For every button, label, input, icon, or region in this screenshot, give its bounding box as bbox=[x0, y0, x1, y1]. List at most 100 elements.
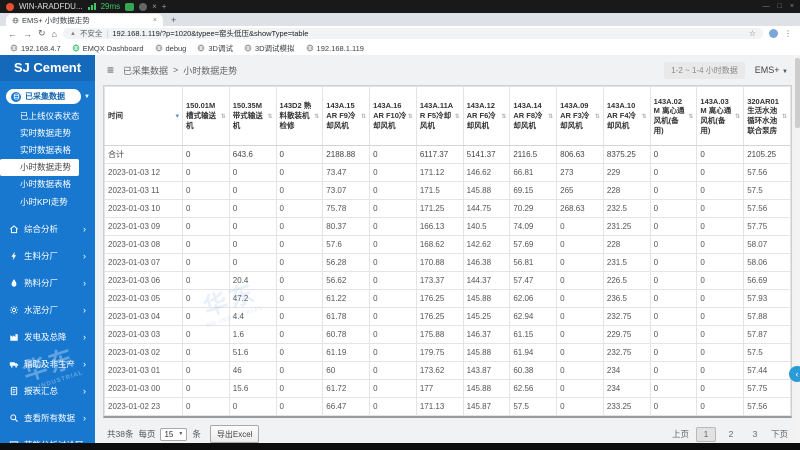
close-session-icon[interactable]: × bbox=[152, 2, 157, 11]
sidebar-item-gear[interactable]: 水泥分厂 › bbox=[0, 296, 95, 323]
close-window-icon[interactable]: × bbox=[790, 3, 794, 10]
new-session-icon[interactable]: + bbox=[162, 2, 167, 11]
next-page-button[interactable]: 下页 bbox=[771, 428, 788, 440]
sort-icon[interactable]: ⇅ bbox=[642, 113, 647, 120]
sidebar-item-search[interactable]: 查看所有数据 › bbox=[0, 404, 95, 431]
sidebar-item-truck[interactable]: 辅助及非生产 › bbox=[0, 350, 95, 377]
hamburger-menu-icon[interactable]: ≡ bbox=[107, 63, 114, 77]
sort-icon[interactable]: ⇅ bbox=[408, 113, 413, 120]
search-icon bbox=[9, 413, 19, 423]
column-header[interactable]: 143A.14AR F8冷却风机 ⇅ bbox=[509, 86, 558, 146]
drop-icon bbox=[9, 278, 19, 288]
column-header[interactable]: 143A.12AR F6冷却风机 ⇅ bbox=[462, 86, 511, 146]
column-header[interactable]: 150.35M 带式输送机 ⇅ bbox=[228, 86, 277, 146]
sort-icon[interactable]: ⇅ bbox=[455, 113, 460, 120]
column-header[interactable]: 143A.11AR F5冷却风机 ⇅ bbox=[415, 86, 464, 146]
table-cell: 0 bbox=[649, 217, 698, 236]
sort-icon[interactable]: ⇅ bbox=[688, 113, 693, 120]
per-page-select[interactable]: 15 ▼ bbox=[160, 427, 188, 441]
sort-icon[interactable]: ⇅ bbox=[735, 113, 740, 120]
browser-menu-icon[interactable]: ⋮ bbox=[784, 29, 792, 38]
sidebar-subitem-4[interactable]: 小时数据表格 bbox=[0, 176, 95, 193]
scrollbar-thumb[interactable] bbox=[795, 58, 800, 128]
maximize-icon[interactable]: □ bbox=[778, 3, 782, 10]
sidebar-item-drop[interactable]: 熟料分厂 › bbox=[0, 269, 95, 296]
sidebar-item-home[interactable]: 综合分析 › bbox=[0, 215, 95, 242]
remote-client-logo-icon bbox=[6, 2, 14, 11]
security-label[interactable]: 不安全 bbox=[80, 28, 103, 39]
table-cell: 56.62 bbox=[322, 271, 371, 290]
page-button-3[interactable]: 3 bbox=[746, 428, 764, 441]
export-excel-button[interactable]: 导出Excel bbox=[209, 425, 260, 443]
sort-icon[interactable]: ⇅ bbox=[268, 113, 273, 120]
sidebar-item-chat[interactable]: 节能分析讨论区 bbox=[0, 431, 95, 443]
column-header[interactable]: 143A.09AR F3冷却风机 ⇅ bbox=[556, 86, 604, 146]
app-menu-dropdown[interactable]: EMS+ ▼ bbox=[755, 65, 788, 75]
recorder-icon[interactable] bbox=[125, 2, 135, 11]
close-tab-icon[interactable]: × bbox=[153, 17, 157, 24]
table-cell: 231.25 bbox=[602, 217, 651, 236]
column-header[interactable]: 143A.03M 离心通风机(备用) ⇅ bbox=[696, 86, 745, 146]
sidebar-subitem-0[interactable]: 已上线仪表状态 bbox=[0, 107, 95, 124]
sidebar-group-collected-data[interactable]: 已采集数据 ▼ bbox=[6, 89, 90, 104]
breadcrumb-parent[interactable]: 已采集数据 bbox=[123, 64, 168, 77]
sort-icon[interactable]: ▾ bbox=[175, 112, 179, 120]
minimize-icon[interactable]: — bbox=[763, 3, 770, 10]
bookmark-item[interactable]: 3D调试 bbox=[197, 43, 233, 54]
sort-icon[interactable]: ⇅ bbox=[361, 113, 366, 120]
prev-page-button[interactable]: 上页 bbox=[672, 428, 689, 440]
page-button-2[interactable]: 2 bbox=[722, 428, 740, 441]
page-button-1[interactable]: 1 bbox=[695, 426, 716, 442]
bookmark-item[interactable]: 192.168.4.7 bbox=[10, 44, 61, 53]
table-cell: 57.6 bbox=[322, 235, 371, 254]
bookmark-star-icon[interactable]: ☆ bbox=[749, 29, 756, 38]
forward-icon[interactable]: → bbox=[23, 29, 32, 39]
new-tab-button[interactable]: + bbox=[171, 15, 176, 25]
table-cell: 146.38 bbox=[462, 253, 511, 272]
url-text[interactable]: 192.168.1.119/?p=1020&typee=窑头低压&showTyp… bbox=[112, 28, 308, 39]
address-bar[interactable]: ▲ 不安全 | 192.168.1.119/?p=1020&typee=窑头低压… bbox=[62, 28, 763, 39]
table-cell: 0 bbox=[275, 271, 324, 290]
database-icon bbox=[11, 91, 21, 102]
table-row: 2023-01-03 10 0 0 0 75.78 0 171.25 144.75 70.29 2… bbox=[104, 199, 791, 218]
column-header[interactable]: 143A.02M 离心通风机(备用) ⇅ bbox=[649, 86, 698, 146]
column-header[interactable]: 143D2 熟料散装机检修 ⇅ bbox=[275, 86, 324, 146]
remote-session-title[interactable]: WIN-ARADFDU... bbox=[19, 2, 83, 11]
sort-icon[interactable]: ⇅ bbox=[595, 113, 600, 120]
refresh-icon[interactable]: ↻ bbox=[38, 28, 46, 39]
sidebar-item-doc[interactable]: 报表汇总 › bbox=[0, 377, 95, 404]
column-header[interactable]: 143A.16AR F10冷却风机 ⇅ bbox=[369, 86, 417, 146]
table-cell: 0 bbox=[369, 343, 417, 362]
column-header[interactable]: 143A.15AR F9冷却风机 ⇅ bbox=[322, 86, 371, 146]
sort-icon[interactable]: ⇅ bbox=[221, 113, 226, 120]
sidebar-subitem-1[interactable]: 实时数据走势 bbox=[0, 124, 95, 141]
home-icon[interactable]: ⌂ bbox=[52, 29, 57, 39]
sidebar-subitem-2[interactable]: 实时数据表格 bbox=[0, 141, 95, 158]
sidebar-item-bolt[interactable]: 生料分厂 › bbox=[0, 242, 95, 269]
bookmark-item[interactable]: 192.168.1.119 bbox=[306, 44, 364, 53]
column-header[interactable]: 320AR01 生活水池循环水池联合泵房 ⇅ bbox=[743, 86, 791, 146]
back-icon[interactable]: ← bbox=[8, 29, 17, 39]
sort-icon[interactable]: ⇅ bbox=[782, 113, 787, 120]
session-globe-icon[interactable] bbox=[139, 2, 148, 11]
bookmark-item[interactable]: EMQX Dashboard bbox=[72, 44, 144, 53]
collapse-panel-button[interactable]: ‹ bbox=[789, 366, 800, 382]
column-header[interactable]: 143A.10AR F4冷却风机 ⇅ bbox=[602, 86, 651, 146]
bookmark-item[interactable]: 3D调试模拟 bbox=[244, 43, 295, 54]
profile-avatar[interactable] bbox=[769, 29, 778, 38]
column-header[interactable]: 时间 ▾ bbox=[104, 86, 183, 146]
group-label: 已采集数据 bbox=[25, 92, 65, 101]
browser-tab[interactable]: EMS+ 小时数据走势 × bbox=[6, 14, 163, 26]
table-cell: 145.25 bbox=[462, 307, 511, 326]
per-page-label: 每页 bbox=[138, 429, 156, 439]
sort-icon[interactable]: ⇅ bbox=[548, 113, 553, 120]
sidebar-subitem-5[interactable]: 小时KPI走势 bbox=[0, 193, 95, 210]
column-header[interactable]: 150.01M 槽式输送机 ⇅ bbox=[182, 86, 230, 146]
sort-icon[interactable]: ⇅ bbox=[501, 113, 506, 120]
bookmark-item[interactable]: debug bbox=[155, 44, 186, 53]
sidebar-subitem-3[interactable]: 小时数据走势 bbox=[0, 158, 79, 176]
sidebar-item-plant[interactable]: 发电及总降 › bbox=[0, 323, 95, 350]
table-row: 2023-01-03 05 0 47.2 0 61.22 0 176.25 145.88 62.… bbox=[104, 289, 791, 308]
tab-title: EMS+ 小时数据走势 bbox=[22, 15, 90, 25]
sort-icon[interactable]: ⇅ bbox=[314, 113, 319, 120]
